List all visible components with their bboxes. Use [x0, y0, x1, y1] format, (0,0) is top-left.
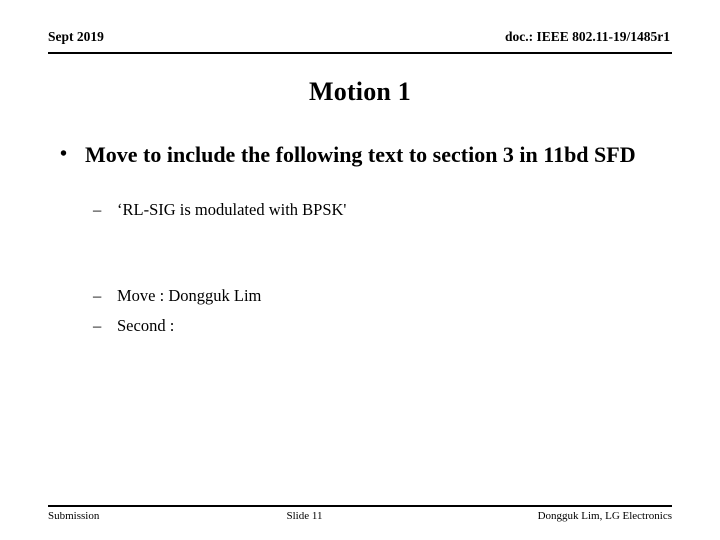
slide-footer: Submission Slide 11 Dongguk Lim, LG Elec…: [48, 505, 672, 529]
bullet-item-level2-quote: – ‘RL-SIG is modulated with BPSK': [48, 198, 672, 222]
body-spacer-top: [48, 179, 672, 198]
bullet-item-level1-label: Move to include the following text to se…: [85, 142, 636, 167]
bullet-item-level2-move: – Move : Dongguk Lim: [48, 284, 672, 308]
en-dash-icon: –: [93, 316, 102, 335]
slide-body: • Move to include the following text to …: [48, 140, 672, 480]
en-dash-icon: –: [93, 286, 102, 305]
bullet-item-level2-second-label: Second :: [117, 316, 175, 335]
en-dash-icon: –: [93, 200, 102, 219]
header-document-id: doc.: IEEE 802.11-19/1485r1: [504, 29, 670, 44]
bullet-item-level2-second: – Second :: [48, 314, 672, 338]
footer-submission-label: Submission: [48, 510, 100, 522]
page-title: Motion 1: [309, 77, 411, 106]
footer-slide-number: Slide 11: [286, 510, 323, 522]
header-date: Sept 2019: [48, 29, 104, 44]
bullet-dot-icon: •: [60, 143, 68, 165]
body-spacer-middle: [48, 222, 672, 284]
slide-header: Sept 2019 doc.: IEEE 802.11-19/1485r1: [48, 28, 672, 54]
bullet-item-level2-quote-label: ‘RL-SIG is modulated with BPSK': [117, 200, 347, 219]
bullet-item-level1: • Move to include the following text to …: [48, 140, 672, 169]
footer-author: Dongguk Lim, LG Electronics: [537, 510, 672, 522]
bullet-item-level2-move-label: Move : Dongguk Lim: [117, 286, 262, 305]
slide: Sept 2019 doc.: IEEE 802.11-19/1485r1 Mo…: [0, 0, 720, 540]
